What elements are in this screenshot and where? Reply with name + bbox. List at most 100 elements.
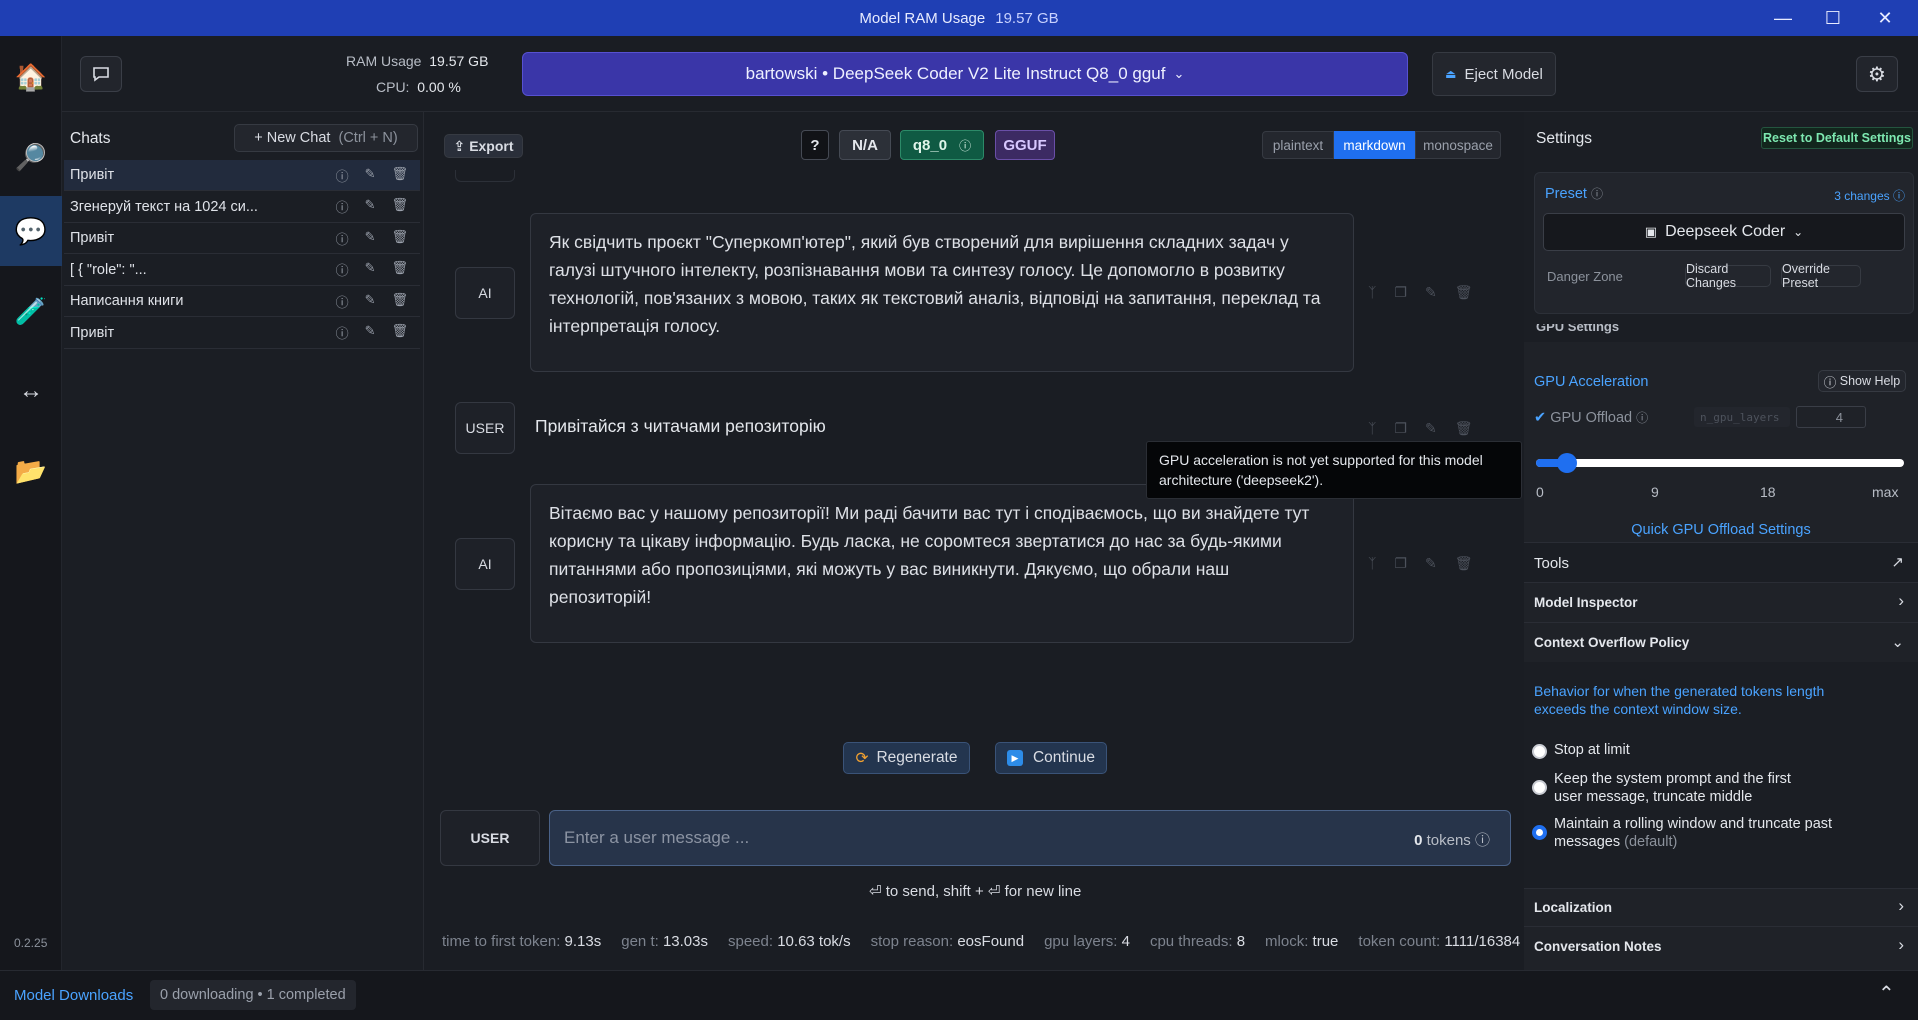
message-input[interactable]: Enter a user message ... 0 tokens ⓘ bbox=[549, 810, 1511, 866]
tools-title: Tools bbox=[1534, 555, 1570, 572]
cpu-value: 0.00 % bbox=[417, 79, 461, 95]
discard-changes-button[interactable]: Discard Changes bbox=[1685, 262, 1771, 290]
chat-item[interactable]: Привіт ⓘ ✎ 🗑 bbox=[64, 318, 420, 349]
branch-icon[interactable]: ᛉ bbox=[1368, 555, 1376, 572]
info-icon: ⓘ bbox=[1892, 189, 1905, 203]
gpu-tooltip: GPU acceleration is not yet supported fo… bbox=[1146, 441, 1522, 499]
edit-icon[interactable]: ✎ bbox=[1425, 555, 1437, 572]
regenerate-button[interactable]: ⟳ Regenerate bbox=[843, 742, 970, 774]
show-help-button[interactable]: ⓘ Show Help bbox=[1818, 370, 1906, 392]
minimize-icon[interactable]: — bbox=[1760, 0, 1806, 36]
reset-defaults-button[interactable]: Reset to Default Settings bbox=[1761, 127, 1913, 149]
delete-icon[interactable]: 🗑 bbox=[391, 260, 408, 279]
delete-icon[interactable]: 🗑 bbox=[391, 323, 408, 342]
conversation-notes-row[interactable]: Conversation Notes › bbox=[1524, 926, 1918, 970]
mode-monospace[interactable]: monospace bbox=[1415, 131, 1501, 159]
delete-icon[interactable]: 🗑 bbox=[391, 292, 408, 311]
localization-row[interactable]: Localization › bbox=[1524, 888, 1918, 926]
edit-icon[interactable]: ✎ bbox=[365, 197, 376, 216]
input-role[interactable]: USER bbox=[440, 810, 540, 866]
info-icon[interactable]: ⓘ bbox=[336, 260, 349, 279]
new-chat-shortcut: (Ctrl + N) bbox=[338, 130, 398, 146]
mode-markdown[interactable]: markdown bbox=[1334, 131, 1415, 159]
info-icon[interactable]: ⓘ bbox=[336, 197, 349, 216]
eject-model-button[interactable]: ⏏ Eject Model bbox=[1432, 52, 1556, 96]
edit-icon[interactable]: ✎ bbox=[365, 229, 376, 248]
chat-item[interactable]: Написання книги ⓘ ✎ 🗑 bbox=[64, 286, 420, 317]
info-icon[interactable]: ⓘ bbox=[336, 323, 349, 342]
radio-rolling-window[interactable] bbox=[1532, 825, 1547, 840]
copy-icon[interactable]: ❐ bbox=[1394, 420, 1407, 437]
settings-title: Settings bbox=[1536, 130, 1593, 147]
model-downloads-link[interactable]: Model Downloads bbox=[14, 987, 133, 1004]
copy-icon[interactable]: ❐ bbox=[1394, 555, 1407, 572]
chat-item[interactable]: Привіт ⓘ ✎ 🗑 bbox=[64, 223, 420, 254]
quant-chip[interactable]: q8_0 ⓘ bbox=[900, 130, 984, 160]
gpu-slider[interactable] bbox=[1536, 453, 1904, 473]
edit-icon[interactable]: ✎ bbox=[365, 260, 376, 279]
info-icon[interactable]: ⓘ bbox=[336, 292, 349, 311]
message-actions: ᛉ ❐ ✎ 🗑 bbox=[1368, 555, 1472, 572]
gear-icon[interactable]: ⚙ bbox=[1856, 56, 1898, 92]
delete-icon[interactable]: 🗑 bbox=[391, 197, 408, 216]
edit-icon[interactable]: ✎ bbox=[1425, 284, 1437, 301]
help-chip[interactable]: ? bbox=[801, 130, 829, 160]
delete-icon[interactable]: 🗑 bbox=[391, 166, 408, 185]
branch-icon[interactable]: ᛉ bbox=[1368, 420, 1376, 437]
edit-icon[interactable]: ✎ bbox=[365, 166, 376, 185]
preset-card: Preset ⓘ 3 changes ⓘ ▣ Deepseek Coder ⌄ … bbox=[1534, 172, 1914, 314]
radio-truncate-middle[interactable] bbox=[1532, 780, 1547, 795]
model-inspector-row[interactable]: Model Inspector › bbox=[1524, 582, 1918, 622]
export-button[interactable]: ⇪ Export bbox=[444, 134, 523, 158]
arrows-icon[interactable]: ↔ bbox=[0, 356, 62, 426]
info-icon: ⓘ bbox=[1636, 411, 1649, 425]
chat-icon[interactable]: 💬 bbox=[0, 196, 62, 266]
chat-item[interactable]: Згенеруй текст на 1024 си... ⓘ ✎ 🗑 bbox=[64, 192, 420, 223]
preset-label: Preset ⓘ bbox=[1545, 186, 1603, 202]
info-icon[interactable]: ⓘ bbox=[336, 166, 349, 185]
danger-zone-label: Danger Zone bbox=[1547, 269, 1623, 284]
gpu-offload[interactable]: ✔ GPU Offload ⓘ bbox=[1534, 409, 1648, 426]
model-selector[interactable]: bartowski • DeepSeek Coder V2 Lite Instr… bbox=[522, 52, 1408, 96]
branch-icon[interactable]: ᛉ bbox=[1368, 284, 1376, 301]
info-icon[interactable]: ⓘ bbox=[336, 229, 349, 248]
close-icon[interactable]: ✕ bbox=[1862, 0, 1908, 36]
edit-icon[interactable]: ✎ bbox=[1425, 420, 1437, 437]
folder-icon[interactable]: 📂 bbox=[0, 436, 62, 506]
delete-icon[interactable]: 🗑 bbox=[1455, 420, 1473, 437]
lab-icon[interactable]: 🧪 bbox=[0, 276, 62, 346]
mode-plaintext[interactable]: plaintext bbox=[1262, 131, 1334, 159]
n-gpu-layers-key: n_gpu_layers bbox=[1694, 407, 1790, 427]
message-role: AI bbox=[455, 267, 515, 319]
override-preset-button[interactable]: Override Preset bbox=[1781, 262, 1861, 290]
stat-item: gpu layers: 4 bbox=[1044, 933, 1130, 950]
chat-item[interactable]: [ { "role": "... ⓘ ✎ 🗑 bbox=[64, 255, 420, 286]
context-overflow-row[interactable]: Context Overflow Policy ⌄ bbox=[1524, 622, 1918, 662]
gpu-layers-input[interactable]: 4 bbox=[1796, 406, 1866, 428]
preset-select[interactable]: ▣ Deepseek Coder ⌄ bbox=[1543, 213, 1905, 251]
collapse-icon[interactable]: ↗ bbox=[1891, 553, 1904, 571]
new-chat-button[interactable]: + New Chat (Ctrl + N) bbox=[234, 124, 418, 152]
home-icon[interactable]: 🏠 bbox=[0, 42, 62, 112]
gpu-settings-header[interactable]: GPU Settings bbox=[1536, 324, 1619, 334]
copy-icon[interactable]: ❐ bbox=[1394, 284, 1407, 301]
radio-stop-at-limit[interactable] bbox=[1532, 744, 1547, 759]
quick-gpu-link[interactable]: Quick GPU Offload Settings bbox=[1524, 522, 1918, 540]
changes-count[interactable]: 3 changes ⓘ bbox=[1834, 187, 1905, 204]
delete-icon[interactable]: 🗑 bbox=[1455, 555, 1473, 572]
chat-item[interactable]: Привіт ⓘ ✎ 🗑 bbox=[64, 160, 420, 191]
toggle-sidebar-button[interactable] bbox=[80, 56, 122, 92]
chevron-down-icon: ⌄ bbox=[1891, 634, 1904, 651]
model-name: bartowski • DeepSeek Coder V2 Lite Instr… bbox=[745, 64, 1166, 83]
search-icon[interactable]: 🔎 bbox=[0, 122, 62, 192]
delete-icon[interactable]: 🗑 bbox=[391, 229, 408, 248]
stat-value: 1111/16384 bbox=[1444, 933, 1521, 950]
continue-button[interactable]: ▶ Continue bbox=[995, 742, 1107, 774]
tick: 9 bbox=[1651, 484, 1659, 500]
edit-icon[interactable]: ✎ bbox=[365, 323, 376, 342]
edit-icon[interactable]: ✎ bbox=[365, 292, 376, 311]
maximize-icon[interactable]: ☐ bbox=[1810, 0, 1856, 36]
delete-icon[interactable]: 🗑 bbox=[1455, 284, 1473, 301]
chat-item-label: Привіт bbox=[70, 324, 115, 341]
expand-icon[interactable]: ⌃ bbox=[1878, 981, 1895, 1006]
